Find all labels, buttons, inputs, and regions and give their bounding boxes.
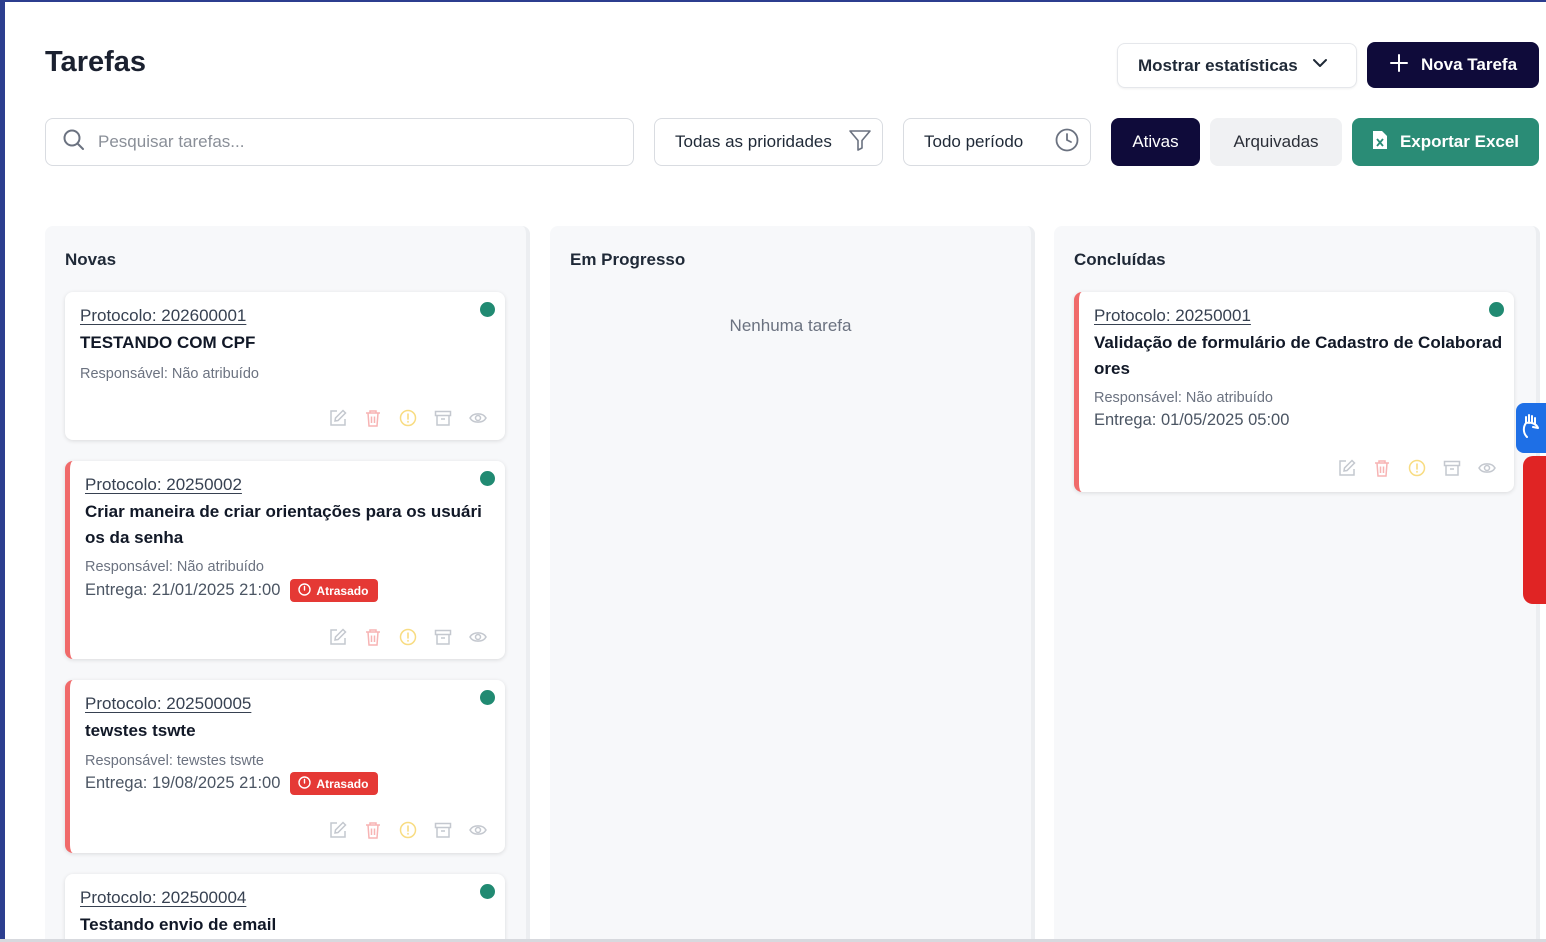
export-excel-button[interactable]: Exportar Excel xyxy=(1352,118,1539,166)
eye-icon[interactable] xyxy=(469,628,487,646)
overdue-label: Atrasado xyxy=(316,776,369,791)
due-date: Entrega: 01/05/2025 05:00 xyxy=(1094,411,1290,429)
column-concluidas: Concluídas Protocolo: 20250001 Validação… xyxy=(1054,226,1540,942)
archived-toggle[interactable]: Arquivadas xyxy=(1210,118,1342,166)
accessibility-widget[interactable] xyxy=(1516,403,1546,453)
alert-icon[interactable] xyxy=(399,409,417,427)
overdue-badge: Atrasado xyxy=(290,772,379,795)
edit-icon[interactable] xyxy=(1338,459,1356,477)
column-title: Novas xyxy=(65,250,117,269)
left-border xyxy=(0,0,5,942)
new-task-label: Nova Tarefa xyxy=(1420,55,1518,74)
overdue-badge: Atrasado xyxy=(290,579,379,602)
due-date-row: Entrega: 01/05/2025 05:00 xyxy=(1094,411,1289,430)
task-title: Testando envio de email xyxy=(80,915,277,934)
empty-message: Nenhuma tarefa xyxy=(729,316,852,335)
archive-icon[interactable] xyxy=(1443,459,1461,477)
due-date: Entrega: 19/08/2025 21:00 xyxy=(85,774,281,792)
task-card[interactable]: Protocolo: 202500005 tewstes tswte Respo… xyxy=(65,680,505,853)
overdue-label: Atrasado xyxy=(316,583,369,598)
trash-icon[interactable] xyxy=(1373,459,1391,477)
filter-icon xyxy=(848,128,872,157)
trash-icon[interactable] xyxy=(364,628,382,646)
clock-icon xyxy=(1054,127,1080,158)
responsible: Responsável: tewstes tswte xyxy=(85,753,264,769)
card-actions xyxy=(329,628,487,646)
column-em-progresso: Em Progresso Nenhuma tarefa xyxy=(550,226,1035,942)
search-icon xyxy=(62,128,86,157)
card-actions xyxy=(329,821,487,839)
search-input[interactable] xyxy=(98,132,598,152)
due-date: Entrega: 21/01/2025 21:00 xyxy=(85,581,281,599)
status-dot xyxy=(480,884,495,899)
new-task-button[interactable]: Nova Tarefa xyxy=(1367,42,1539,88)
card-actions xyxy=(1338,459,1496,477)
page-title: Tarefas xyxy=(45,46,147,78)
column-title: Concluídas xyxy=(1074,250,1166,269)
excel-file-icon xyxy=(1372,130,1388,155)
feedback-widget[interactable] xyxy=(1523,456,1546,604)
edit-icon[interactable] xyxy=(329,821,347,839)
search-box[interactable] xyxy=(45,118,634,166)
card-actions xyxy=(329,409,487,427)
priority-filter-label: Todas as prioridades xyxy=(675,132,832,151)
archive-icon[interactable] xyxy=(434,821,452,839)
eye-icon[interactable] xyxy=(1478,459,1496,477)
eye-icon[interactable] xyxy=(469,409,487,427)
clock-alert-icon xyxy=(298,775,312,792)
responsible: Responsável: Não atribuído xyxy=(1094,390,1273,406)
responsible: Responsável: Não atribuído xyxy=(80,366,259,382)
column-novas: Novas Protocolo: 202600001 TESTANDO COM … xyxy=(45,226,530,942)
edit-icon[interactable] xyxy=(329,628,347,646)
task-card[interactable]: Protocolo: 202600001 TESTANDO COM CPF Re… xyxy=(65,292,505,440)
top-border xyxy=(0,0,1546,2)
task-card[interactable]: Protocolo: 20250001 Validação de formulá… xyxy=(1074,292,1514,492)
clock-alert-icon xyxy=(298,582,312,599)
plus-icon xyxy=(1389,53,1409,78)
protocol-link[interactable]: Protocolo: 202600001 xyxy=(80,306,246,326)
period-filter[interactable]: Todo período xyxy=(903,118,1091,166)
export-excel-label: Exportar Excel xyxy=(1399,132,1520,151)
status-dot xyxy=(480,471,495,486)
edit-icon[interactable] xyxy=(329,409,347,427)
protocol-link[interactable]: Protocolo: 20250002 xyxy=(85,475,242,495)
hand-sign-icon xyxy=(1521,413,1541,444)
task-card[interactable]: Protocolo: 202500004 Testando envio de e… xyxy=(65,874,505,942)
task-title: Validação de formulário de Cadastro de C… xyxy=(1094,333,1503,378)
status-dot xyxy=(480,302,495,317)
archive-icon[interactable] xyxy=(434,628,452,646)
task-card[interactable]: Protocolo: 20250002 Criar maneira de cri… xyxy=(65,461,505,659)
protocol-link[interactable]: Protocolo: 202500004 xyxy=(80,888,246,908)
show-stats-label: Mostrar estatísticas xyxy=(1138,55,1298,75)
active-toggle[interactable]: Ativas xyxy=(1111,118,1200,166)
protocol-link[interactable]: Protocolo: 202500005 xyxy=(85,694,251,714)
trash-icon[interactable] xyxy=(364,821,382,839)
task-title: tewstes tswte xyxy=(85,721,196,740)
due-date-row: Entrega: 21/01/2025 21:00 Atrasado xyxy=(85,579,379,602)
show-stats-button[interactable]: Mostrar estatísticas xyxy=(1117,43,1357,88)
period-filter-label: Todo período xyxy=(924,132,1024,151)
chevron-down-icon xyxy=(1310,53,1330,78)
due-date-row: Entrega: 19/08/2025 21:00 Atrasado xyxy=(85,772,379,795)
eye-icon[interactable] xyxy=(469,821,487,839)
archive-icon[interactable] xyxy=(434,409,452,427)
priority-filter[interactable]: Todas as prioridades xyxy=(654,118,883,166)
status-dot xyxy=(480,690,495,705)
trash-icon[interactable] xyxy=(364,409,382,427)
alert-icon[interactable] xyxy=(1408,459,1426,477)
task-title: TESTANDO COM CPF xyxy=(80,333,256,352)
status-dot xyxy=(1489,302,1504,317)
protocol-link[interactable]: Protocolo: 20250001 xyxy=(1094,306,1251,326)
alert-icon[interactable] xyxy=(399,821,417,839)
responsible: Responsável: Não atribuído xyxy=(85,559,264,575)
alert-icon[interactable] xyxy=(399,628,417,646)
task-title: Criar maneira de criar orientações para … xyxy=(85,502,482,547)
column-title: Em Progresso xyxy=(570,250,686,269)
